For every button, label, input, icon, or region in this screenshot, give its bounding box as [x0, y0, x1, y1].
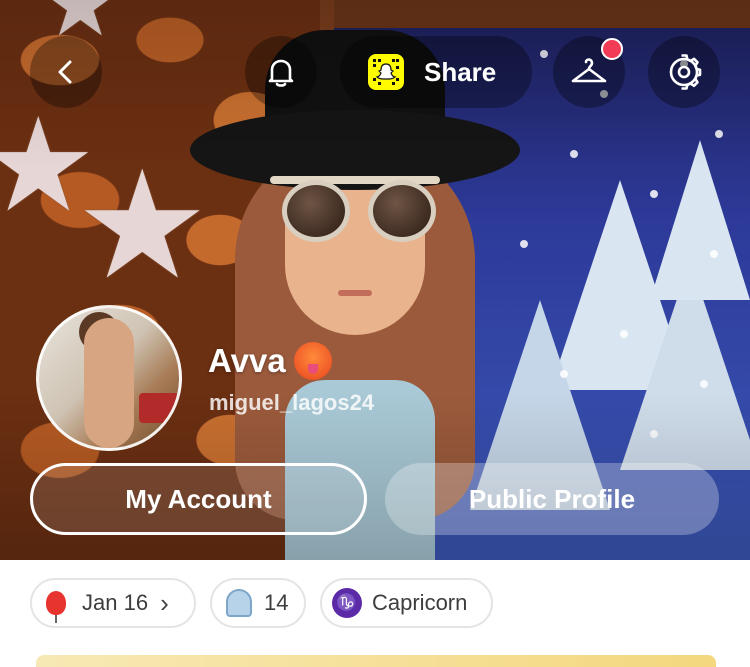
public-profile-button[interactable]: Public Profile: [385, 463, 719, 535]
my-account-button[interactable]: My Account: [30, 463, 367, 535]
capricorn-icon: ♑: [332, 588, 362, 618]
username: miguel_lagos24: [209, 390, 375, 415]
birthday-label: Jan 16: [82, 590, 149, 615]
zodiac-label: Capricorn: [372, 590, 468, 615]
display-name-text: Avva: [208, 342, 286, 379]
friends-count: 14: [264, 590, 289, 615]
balloon-icon: [46, 591, 66, 623]
snapcode-icon: [368, 54, 404, 90]
display-name: Avva: [208, 342, 332, 380]
chevron-right-icon: ›: [160, 587, 169, 618]
gear-icon: [669, 54, 702, 90]
hanger-icon: [571, 58, 607, 83]
notifications-button[interactable]: [245, 36, 317, 108]
share-label: Share: [424, 56, 497, 87]
ghost-icon: [226, 589, 252, 617]
hot-face-emoji-icon: [293, 342, 332, 380]
back-button[interactable]: [30, 36, 102, 108]
chevron-left-icon: [58, 60, 72, 84]
friends-chip[interactable]: 14: [210, 578, 306, 628]
next-section-card[interactable]: [36, 655, 716, 667]
profile-picture[interactable]: [36, 305, 182, 451]
birthday-chip[interactable]: Jan 16 ›: [30, 578, 196, 628]
share-button[interactable]: Share: [340, 36, 532, 108]
zodiac-chip[interactable]: ♑ Capricorn: [320, 578, 493, 628]
outfit-notification-dot: [601, 38, 623, 60]
settings-button[interactable]: [648, 36, 720, 108]
bell-icon: [268, 59, 294, 87]
